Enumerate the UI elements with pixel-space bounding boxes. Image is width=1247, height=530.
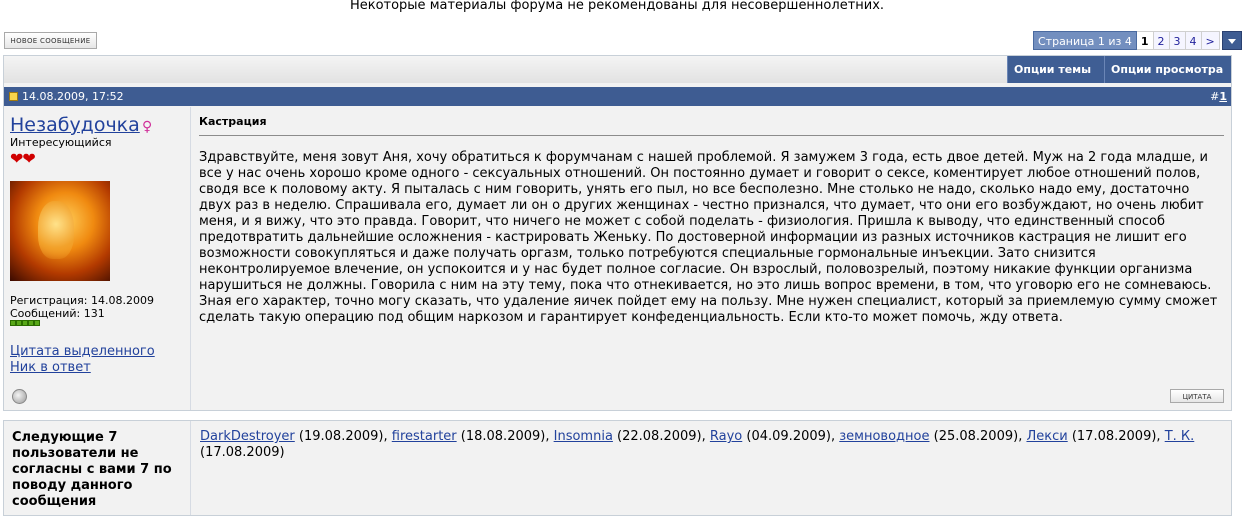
user-stats: Регистрация: 14.08.2009 Сообщений: 131 <box>10 294 154 320</box>
disagree-user-link[interactable]: Insomnia <box>554 429 613 444</box>
post-date: 14.08.2009, 17:52 <box>22 90 124 103</box>
quote-selected-link[interactable]: Цитата выделенного <box>10 344 155 360</box>
page-link-4[interactable]: 4 <box>1185 31 1202 50</box>
page-jump-dropdown-icon[interactable] <box>1221 31 1242 50</box>
thread-options-button[interactable]: Опции темы <box>1007 56 1104 100</box>
disagree-user-date: (17.08.2009) <box>200 445 285 460</box>
pagination-title: Страница 1 из 4 <box>1033 31 1137 50</box>
disagree-user-link[interactable]: Rayo <box>710 429 742 444</box>
disagree-user-link[interactable]: firestarter <box>392 429 457 444</box>
reputation-bar <box>10 320 40 326</box>
disagree-user-date: (25.08.2009), <box>929 429 1027 444</box>
post-message: Здравствуйте, меня зовут Аня, хочу обрат… <box>199 150 1218 325</box>
disagree-user-link[interactable]: DarkDestroyer <box>200 429 295 444</box>
user-panel: Незабудочка ♀ Интересующийся ❤❤ Регистра… <box>4 107 191 410</box>
post-body: Кастрация Здравствуйте, меня зовут Аня, … <box>192 107 1231 410</box>
page-link-2[interactable]: 2 <box>1153 31 1170 50</box>
new-post-button[interactable]: НОВОЕ СООБЩЕНИЕ <box>4 32 97 49</box>
disagree-user-list: DarkDestroyer (19.08.2009), firestarter … <box>200 429 1220 461</box>
quote-links: Цитата выделенного Ник в ответ <box>10 344 155 376</box>
avatar[interactable] <box>10 181 110 281</box>
disagree-user-link[interactable]: Лекси <box>1026 429 1067 444</box>
post-number-prefix: # <box>1210 90 1220 103</box>
post-count: Сообщений: 131 <box>10 307 105 320</box>
quote-button[interactable]: ЦИТАТА <box>1170 389 1224 403</box>
post-number: #1 <box>1210 87 1227 106</box>
pagination: Страница 1 из 4 1 2 3 4 > <box>1033 31 1242 50</box>
disagree-user-date: (19.08.2009), <box>294 429 392 444</box>
post-title: Кастрация <box>199 115 267 128</box>
post-header: 14.08.2009, 17:52 #1 <box>4 87 1231 106</box>
disagree-user-link[interactable]: земноводное <box>839 429 929 444</box>
disagree-user-date: (22.08.2009), <box>612 429 710 444</box>
nick-reply-link[interactable]: Ник в ответ <box>10 360 155 376</box>
page-link-1[interactable]: 1 <box>1136 31 1154 50</box>
registration-date: Регистрация: 14.08.2009 <box>10 294 154 307</box>
page-link-3[interactable]: 3 <box>1169 31 1186 50</box>
reputation-pip <box>34 320 40 326</box>
female-gender-icon: ♀ <box>142 119 153 135</box>
thread-options-label: Опции темы <box>1014 63 1092 76</box>
post-permalink[interactable]: 1 <box>1219 90 1227 103</box>
disagree-user-link[interactable]: Т. К. <box>1165 429 1195 444</box>
user-title: Интересующийся <box>10 136 112 149</box>
disagree-label: Следующие 7 пользователи не согласны с в… <box>12 430 172 509</box>
post-status-icon <box>9 92 18 101</box>
divider <box>199 135 1224 136</box>
author-name-link[interactable]: Незабудочка <box>10 114 140 136</box>
age-notice: Некоторые материалы форума не рекомендов… <box>349 0 885 13</box>
disagree-label-cell: Следующие 7 пользователи не согласны с в… <box>4 421 191 515</box>
heart-rank-icon: ❤❤ <box>10 149 36 168</box>
page-next-link[interactable]: > <box>1201 31 1220 50</box>
disagree-user-date: (18.08.2009), <box>456 429 554 444</box>
disagree-user-date: (04.09.2009), <box>742 429 840 444</box>
view-options-label: Опции просмотра <box>1111 63 1224 76</box>
disagree-user-date: (17.08.2009), <box>1067 429 1165 444</box>
view-options-button[interactable]: Опции просмотра <box>1104 56 1231 100</box>
offline-status-icon <box>12 389 27 404</box>
